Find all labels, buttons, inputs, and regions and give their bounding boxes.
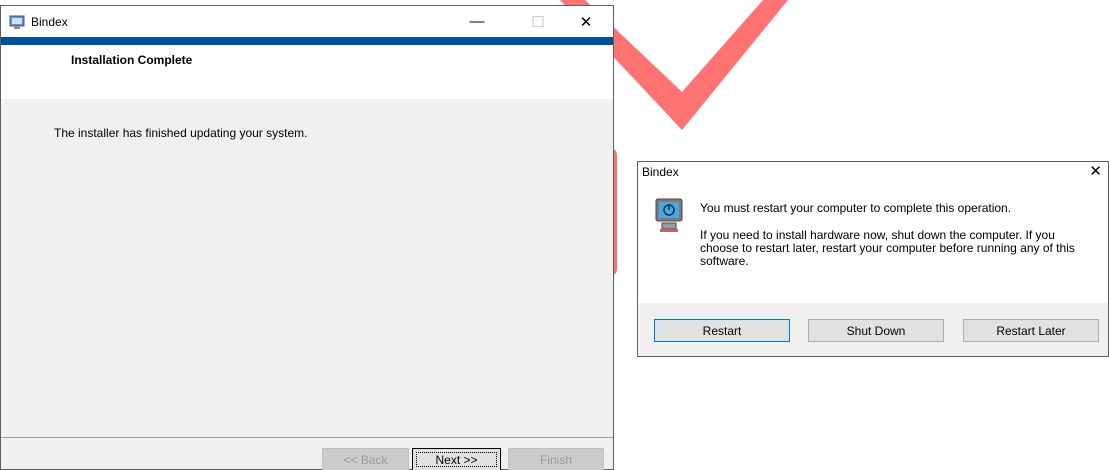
installer-message: The installer has finished updating your… bbox=[54, 126, 308, 140]
dialog-body: You must restart your computer to comple… bbox=[638, 183, 1108, 303]
dialog-title: Bindex bbox=[642, 165, 679, 179]
close-button[interactable]: ✕ bbox=[563, 6, 609, 37]
minimize-button[interactable]: — bbox=[454, 6, 500, 37]
accent-bar bbox=[1, 37, 613, 45]
installer-app-icon bbox=[9, 15, 25, 29]
dialog-message-secondary: If you need to install hardware now, shu… bbox=[700, 228, 1075, 268]
shut-down-button[interactable]: Shut Down bbox=[808, 319, 944, 342]
maximize-button[interactable]: ☐ bbox=[515, 6, 561, 37]
restart-button[interactable]: Restart bbox=[654, 319, 790, 342]
dialog-message-primary: You must restart your computer to comple… bbox=[700, 201, 1012, 215]
restart-dialog: Bindex ✕ You must restart your computer … bbox=[637, 161, 1109, 357]
finish-button[interactable]: Finish bbox=[508, 448, 604, 470]
restart-later-button[interactable]: Restart Later bbox=[963, 319, 1099, 342]
installer-title: Bindex bbox=[31, 14, 68, 29]
installer-header: Installation Complete bbox=[1, 45, 613, 99]
footer-divider bbox=[1, 437, 613, 438]
installer-window: Bindex — ☐ ✕ Installation Complete The i… bbox=[0, 5, 614, 470]
dialog-close-button[interactable]: ✕ bbox=[1089, 162, 1102, 180]
dialog-titlebar[interactable]: Bindex ✕ bbox=[638, 162, 1108, 183]
page-title: Installation Complete bbox=[71, 53, 193, 67]
installer-titlebar[interactable]: Bindex — ☐ ✕ bbox=[1, 6, 613, 37]
next-button[interactable]: Next >> bbox=[412, 448, 501, 470]
power-monitor-icon bbox=[655, 198, 683, 232]
back-button[interactable]: << Back bbox=[322, 448, 409, 470]
